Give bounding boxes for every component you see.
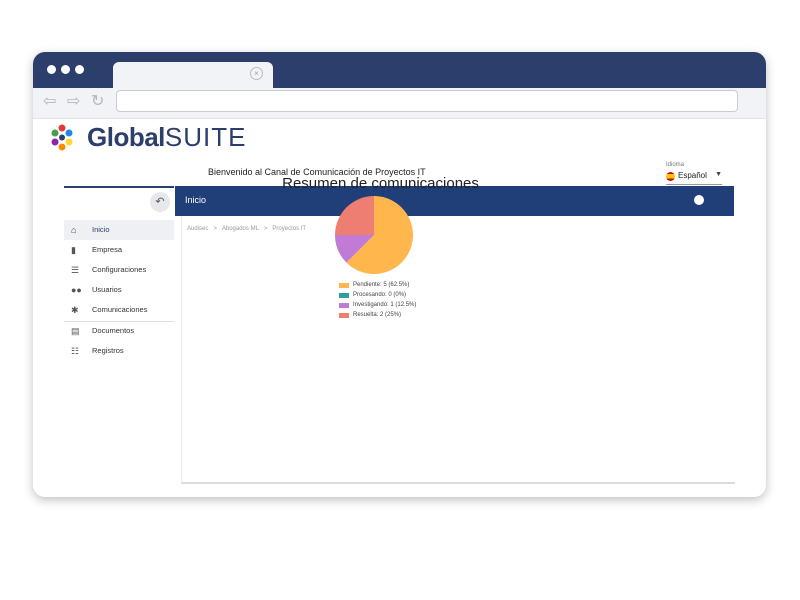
sidebar-item-documentos[interactable]: ▤ Documentos <box>64 321 174 341</box>
forward-arrow-icon[interactable]: ⇨ <box>67 92 80 112</box>
documents-icon: ▤ <box>71 326 80 336</box>
legend-swatch <box>339 283 349 288</box>
window-dot[interactable] <box>61 65 70 74</box>
breadcrumb-item[interactable]: Abogados ML <box>222 226 259 232</box>
legend-swatch <box>339 313 349 318</box>
browser-window: × ⇦ ⇨ ↻ GlobalSUITE Bienvenido al Canal … <box>33 52 766 497</box>
back-arrow-icon[interactable]: ⇦ <box>43 92 56 112</box>
globalsuite-logo: GlobalSUITE <box>45 122 245 152</box>
legend-label: Investigando: 1 (12.5%) <box>353 302 417 308</box>
user-account-icon[interactable] <box>694 195 704 205</box>
breadcrumb-item[interactable]: Audisec <box>187 226 208 232</box>
legend-label: Pendiente: 5 (62.5%) <box>353 282 410 288</box>
sidebar-item-label: Empresa <box>92 245 123 254</box>
breadcrumb-item[interactable]: Proyectos IT <box>272 226 306 232</box>
browser-tab[interactable]: × <box>113 62 273 88</box>
sidebar-item-configuraciones[interactable]: ☰ Configuraciones <box>64 260 174 280</box>
sidebar: ↶ ⌂ Inicio ▮ Empresa ☰ Configuraciones ●… <box>64 186 174 488</box>
sidebar-item-inicio[interactable]: ⌂ Inicio <box>64 220 174 240</box>
chevron-down-icon: ▼ <box>715 171 722 178</box>
legend-swatch <box>339 303 349 308</box>
browser-titlebar: × <box>33 52 766 88</box>
sidebar-item-label: Inicio <box>92 225 110 234</box>
sidebar-item-label: Documentos <box>92 326 135 335</box>
window-dot[interactable] <box>75 65 84 74</box>
sidebar-item-label: Usuarios <box>92 285 122 294</box>
main-panel: Inicio Audisec > Abogados ML > Proyectos IT <box>175 186 735 484</box>
pie-slice-resuelta[interactable] <box>335 196 374 235</box>
reload-icon[interactable]: ↻ <box>91 92 104 112</box>
pie-chart <box>335 196 413 274</box>
language-label: Idioma <box>666 162 685 168</box>
legend-label: Procesando: 0 (0%) <box>353 292 407 298</box>
home-icon: ⌂ <box>71 225 77 235</box>
close-icon[interactable]: × <box>250 67 263 80</box>
sidebar-item-usuarios[interactable]: ●● Usuarios <box>64 280 174 300</box>
collapse-sidebar-button[interactable]: ↶ <box>150 192 170 212</box>
logo-text: GlobalSUITE <box>87 122 247 152</box>
sidebar-item-empresa[interactable]: ▮ Empresa <box>64 240 174 260</box>
sidebar-item-label: Registros <box>92 346 124 355</box>
list-icon: ☷ <box>71 346 80 356</box>
browser-toolbar: ⇦ ⇨ ↻ <box>33 88 766 119</box>
sidebar-item-label: Comunicaciones <box>92 305 148 314</box>
page-title: Inicio <box>185 195 207 205</box>
building-icon: ▮ <box>71 245 76 255</box>
legend-label: Resuelta: 2 (25%) <box>353 312 402 318</box>
logo-icon <box>51 124 73 151</box>
app-area: Bienvenido al Canal de Comunicación de P… <box>64 152 735 488</box>
sidebar-item-label: Configuraciones <box>92 265 147 274</box>
users-icon: ●● <box>71 285 82 295</box>
breadcrumb: Audisec > Abogados ML > Proyectos IT <box>187 226 307 232</box>
address-bar[interactable] <box>116 90 738 112</box>
content-area: Audisec > Abogados ML > Proyectos IT <box>181 216 735 484</box>
window-dot[interactable] <box>47 65 56 74</box>
chart-title: Resumen de comunicaciones <box>282 175 479 192</box>
sidebar-item-comunicaciones[interactable]: ✱ Comunicaciones <box>64 300 174 320</box>
sidebar-item-registros[interactable]: ☷ Registros <box>64 341 174 361</box>
megaphone-icon: ✱ <box>71 305 79 315</box>
sliders-icon: ☰ <box>71 265 80 275</box>
legend-swatch <box>339 293 349 298</box>
